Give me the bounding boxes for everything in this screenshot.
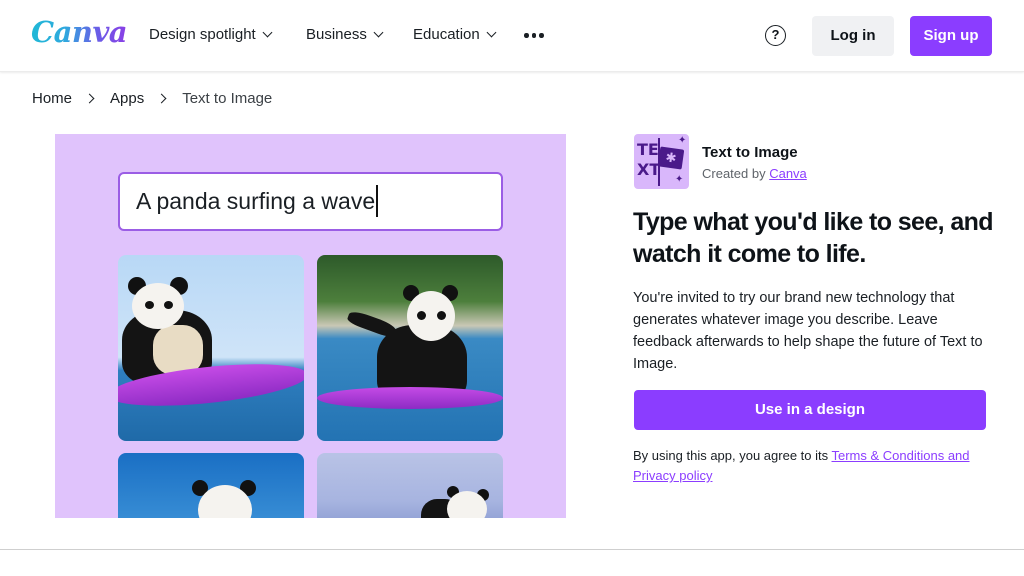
chevron-right-icon — [84, 93, 95, 104]
chevron-down-icon — [486, 27, 497, 38]
canva-logo[interactable]: Canva — [31, 15, 128, 49]
nav-label: Business — [306, 26, 367, 43]
hero-illustration: A panda surfing a wave — [55, 134, 566, 518]
text-to-image-app-icon: TE XT ✱ ✦ ✦ — [634, 134, 689, 189]
generated-image-2 — [317, 255, 503, 441]
prompt-text: A panda surfing a wave — [136, 188, 376, 214]
chevron-down-icon — [373, 27, 384, 38]
text-caret — [376, 184, 379, 217]
nav-business[interactable]: Business — [306, 26, 384, 43]
more-horizontal-icon[interactable] — [524, 33, 544, 38]
breadcrumb: Home Apps Text to Image — [32, 90, 272, 107]
panda-eye — [164, 301, 173, 309]
nav-design-spotlight[interactable]: Design spotlight — [149, 26, 273, 43]
login-button[interactable]: Log in — [812, 16, 894, 56]
nav-education[interactable]: Education — [413, 26, 497, 43]
nav-label: Design spotlight — [149, 26, 256, 43]
generated-image-3 — [118, 453, 304, 518]
breadcrumb-current: Text to Image — [182, 90, 273, 107]
generated-image-1 — [118, 255, 304, 441]
dot — [539, 33, 544, 38]
help-icon[interactable]: ? — [765, 25, 786, 46]
panda-head — [407, 291, 455, 341]
panda-eye — [417, 311, 426, 320]
signup-button[interactable]: Sign up — [910, 16, 992, 56]
icon-text-top: TE — [637, 140, 659, 159]
app-description: You're invited to try our brand new tech… — [633, 290, 983, 372]
generated-image-4 — [317, 453, 503, 518]
top-nav-bar: Canva Design spotlight Business Educatio… — [0, 0, 1024, 72]
panda-head — [132, 283, 184, 329]
chevron-right-icon — [156, 93, 167, 104]
breadcrumb-home[interactable]: Home — [32, 90, 72, 107]
panda-eye — [437, 311, 446, 320]
dot — [531, 33, 536, 38]
chevron-down-icon — [262, 27, 273, 38]
prompt-input-mock: A panda surfing a wave — [118, 172, 503, 231]
nav-label: Education — [413, 26, 480, 43]
sparkle-icon: ✦ — [675, 174, 684, 185]
sparkle-icon: ✦ — [678, 135, 687, 146]
terms-prefix: By using this app, you agree to its — [633, 448, 832, 463]
flag-icon: ✱ — [657, 146, 685, 170]
dot — [524, 33, 529, 38]
surfboard — [317, 387, 503, 409]
terms-notice: By using this app, you agree to its Term… — [633, 446, 993, 486]
breadcrumb-apps[interactable]: Apps — [110, 90, 144, 107]
app-creator: Created by Canva — [702, 166, 807, 181]
section-divider — [0, 549, 1024, 550]
creator-link[interactable]: Canva — [769, 166, 807, 181]
panda-eye — [145, 301, 154, 309]
icon-text-bottom: XT — [637, 160, 661, 179]
use-in-design-button[interactable]: Use in a design — [634, 390, 986, 430]
created-by-label: Created by — [702, 166, 770, 181]
page-headline: Type what you'd like to see, and watch i… — [633, 208, 994, 268]
panda-arm — [346, 308, 398, 340]
app-title: Text to Image — [702, 144, 798, 161]
